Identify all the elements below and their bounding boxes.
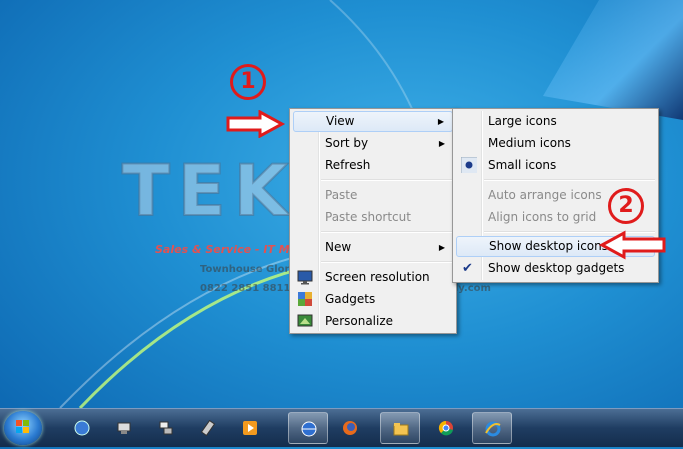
taskbar-chrome[interactable] bbox=[426, 412, 466, 444]
menu-item-gadgets-label: Gadgets bbox=[325, 292, 376, 306]
desktop-context-menu: View ▶ Sort by ▶ Refresh Paste Paste sho… bbox=[289, 108, 457, 334]
menu-item-sort-by[interactable]: Sort by ▶ bbox=[293, 133, 453, 154]
taskbar-media-player[interactable] bbox=[230, 412, 270, 444]
submenu-item-show-desktop-gadgets-label: Show desktop gadgets bbox=[488, 261, 625, 275]
menu-item-new-label: New bbox=[325, 240, 352, 254]
firefox-icon bbox=[343, 421, 357, 435]
remote-desktop-icon bbox=[159, 421, 173, 435]
media-player-icon bbox=[243, 421, 257, 435]
menu-item-paste-shortcut[interactable]: Paste shortcut bbox=[293, 207, 453, 228]
submenu-item-large-icons-label: Large icons bbox=[488, 114, 557, 128]
globe-icon bbox=[74, 420, 90, 436]
submenu-item-show-desktop-gadgets[interactable]: ✔ Show desktop gadgets bbox=[456, 258, 655, 279]
submenu-item-small-icons[interactable]: Small icons bbox=[456, 155, 655, 176]
menu-item-paste-label: Paste bbox=[325, 188, 358, 202]
taskbar-internet-app[interactable] bbox=[288, 412, 328, 444]
taskbar-ie-blue-app[interactable] bbox=[62, 412, 102, 444]
menu-separator bbox=[321, 261, 453, 263]
taskbar-usb-app[interactable] bbox=[188, 412, 228, 444]
submenu-arrow-icon: ▶ bbox=[438, 243, 445, 252]
menu-item-view[interactable]: View ▶ bbox=[293, 111, 453, 132]
browser-globe-icon bbox=[301, 421, 317, 437]
submenu-item-medium-icons[interactable]: Medium icons bbox=[456, 133, 655, 154]
taskbar-internet-explorer[interactable] bbox=[472, 412, 512, 444]
folder-icon bbox=[393, 423, 409, 436]
submenu-item-large-icons[interactable]: Large icons bbox=[456, 111, 655, 132]
step-2-arrow-icon bbox=[598, 230, 666, 260]
menu-item-personalize-label: Personalize bbox=[325, 314, 394, 328]
monitor-icon bbox=[297, 270, 313, 285]
step-2-marker: 2 bbox=[608, 188, 644, 224]
menu-separator bbox=[321, 231, 453, 233]
submenu-item-small-icons-label: Small icons bbox=[488, 158, 557, 172]
checkmark-icon: ✔ bbox=[462, 261, 473, 276]
menu-separator bbox=[484, 179, 655, 181]
taskbar-explorer[interactable] bbox=[380, 412, 420, 444]
menu-item-personalize[interactable]: Personalize bbox=[293, 311, 453, 332]
submenu-arrow-icon: ▶ bbox=[438, 139, 445, 148]
menu-item-refresh[interactable]: Refresh bbox=[293, 155, 453, 176]
menu-item-paste-shortcut-label: Paste shortcut bbox=[325, 210, 411, 224]
taskbar-firefox[interactable] bbox=[330, 412, 370, 444]
taskbar-network-app[interactable] bbox=[104, 412, 144, 444]
step-1-arrow-icon bbox=[226, 110, 286, 138]
submenu-item-medium-icons-label: Medium icons bbox=[488, 136, 571, 150]
menu-item-view-label: View bbox=[326, 114, 355, 128]
menu-item-sort-by-label: Sort by bbox=[325, 136, 369, 150]
start-button[interactable] bbox=[4, 411, 42, 445]
menu-item-new[interactable]: New ▶ bbox=[293, 237, 453, 258]
menu-item-paste[interactable]: Paste bbox=[293, 185, 453, 206]
submenu-item-align-grid-label: Align icons to grid bbox=[488, 210, 597, 224]
taskbar bbox=[0, 408, 683, 447]
desktop[interactable]: TEKNODY Sales & Service - IT Maintenance… bbox=[0, 0, 683, 408]
menu-item-screen-resolution[interactable]: Screen resolution bbox=[293, 267, 453, 288]
step-1-marker: 1 bbox=[230, 64, 266, 100]
windows-logo-icon bbox=[16, 420, 29, 433]
menu-item-screen-resolution-label: Screen resolution bbox=[325, 270, 430, 284]
taskbar-remote-app[interactable] bbox=[146, 412, 186, 444]
usb-drive-icon bbox=[200, 420, 216, 436]
menu-item-gadgets[interactable]: Gadgets bbox=[293, 289, 453, 310]
menu-separator bbox=[321, 179, 453, 181]
personalize-icon bbox=[297, 314, 313, 327]
internet-explorer-icon bbox=[485, 421, 501, 437]
gadgets-icon bbox=[298, 292, 312, 306]
menu-item-refresh-label: Refresh bbox=[325, 158, 371, 172]
submenu-item-show-desktop-icons-label: Show desktop icons bbox=[489, 239, 609, 253]
network-icon bbox=[117, 422, 131, 434]
submenu-item-auto-arrange-label: Auto arrange icons bbox=[488, 188, 602, 202]
submenu-arrow-icon: ▶ bbox=[437, 117, 444, 126]
chrome-icon bbox=[438, 420, 453, 436]
radio-selected-icon bbox=[461, 157, 477, 173]
